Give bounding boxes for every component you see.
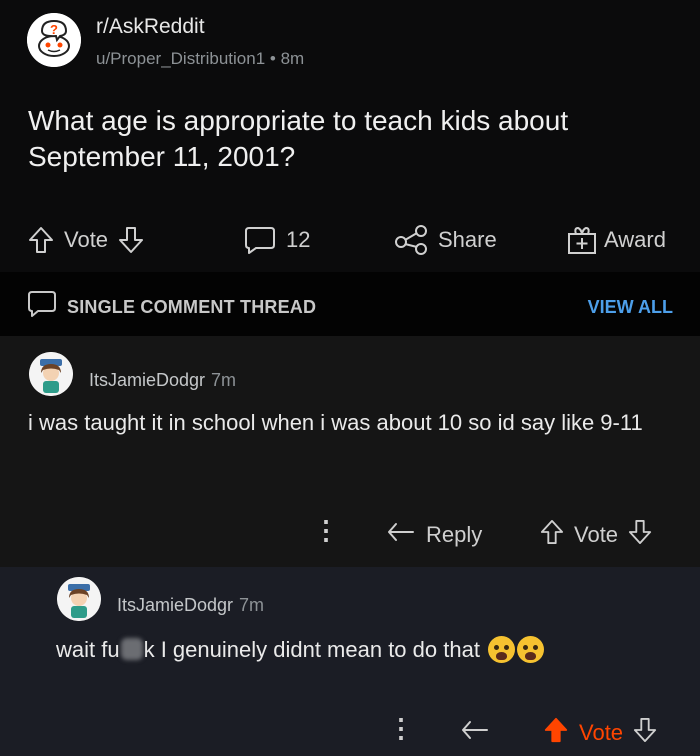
comment-body: wait fu k I genuinely didnt mean to do th…: [56, 635, 676, 664]
username[interactable]: ItsJamieDodgr: [89, 370, 205, 390]
user-avatar-icon[interactable]: [57, 577, 101, 621]
reply-button[interactable]: Reply: [386, 515, 482, 555]
comment-icon: [27, 290, 57, 323]
comment-text-start: wait fu: [56, 637, 120, 662]
comment-vote-group: Vote: [543, 713, 657, 753]
comments-button[interactable]: 12: [244, 218, 310, 262]
view-all-button[interactable]: VIEW ALL: [588, 297, 673, 318]
comment-count: 12: [286, 227, 311, 252]
comment-body: i was taught it in school when i was abo…: [28, 410, 643, 435]
award-label: Award: [604, 227, 666, 252]
share-label: Share: [438, 227, 497, 252]
upvote-icon[interactable]: [540, 519, 564, 551]
share-button[interactable]: Share: [394, 218, 497, 262]
post-title[interactable]: What age is appropriate to teach kids ab…: [28, 103, 668, 175]
comment-vote-group: Vote: [540, 515, 652, 555]
post-actions: Vote 12 Share Award: [0, 218, 700, 262]
reply-button[interactable]: [460, 713, 490, 753]
censor-blur: [120, 638, 143, 660]
downvote-icon[interactable]: [118, 226, 144, 254]
username[interactable]: ItsJamieDodgr: [117, 595, 233, 615]
award-button[interactable]: Award: [566, 218, 666, 262]
user-avatar-icon[interactable]: [29, 352, 73, 396]
more-icon[interactable]: ⋮: [388, 713, 414, 744]
award-icon: [566, 225, 598, 255]
comment: ItsJamieDodgr 7m i was taught it in schoo…: [0, 336, 700, 567]
comment-author[interactable]: ItsJamieDodgr 7m: [117, 595, 264, 616]
meta-separator: •: [269, 49, 276, 68]
vote-label: Vote: [574, 522, 619, 547]
thread-label: SINGLE COMMENT THREAD: [67, 297, 317, 317]
post-author[interactable]: u/Proper_Distribution1: [96, 49, 265, 68]
upvote-icon[interactable]: [543, 717, 569, 749]
post-card: ? r/AskReddit u/Proper_Distribution1 • 8…: [0, 0, 700, 272]
downvote-icon[interactable]: [633, 717, 657, 749]
comment-author[interactable]: ItsJamieDodgr 7m: [89, 370, 236, 391]
upvote-icon[interactable]: [28, 226, 54, 254]
post-meta: u/Proper_Distribution1 • 8m: [96, 49, 304, 69]
vote-group: Vote: [28, 218, 144, 262]
reply-label: Reply: [426, 522, 483, 547]
subreddit-name[interactable]: r/AskReddit: [96, 15, 205, 39]
subreddit-avatar-icon[interactable]: ?: [27, 13, 81, 67]
comment-reply: ItsJamieDodgr 7m wait fu k I genuinely did…: [0, 567, 700, 756]
downvote-icon[interactable]: [628, 519, 652, 551]
emoji-icon: [517, 636, 545, 663]
post-age: 8m: [280, 49, 305, 68]
vote-label: Vote: [64, 227, 109, 252]
comment-text-end: k I genuinely didnt mean to do that: [143, 637, 480, 662]
emoji-icon: [488, 636, 516, 663]
comment-icon: [244, 225, 276, 255]
reply-icon: [460, 719, 490, 747]
comment-age: 7m: [239, 595, 265, 615]
share-icon: [394, 225, 428, 255]
reply-icon: [386, 521, 416, 549]
svg-text:?: ?: [50, 22, 58, 37]
more-icon[interactable]: ⋮: [313, 515, 339, 546]
comment-age: 7m: [211, 370, 237, 390]
vote-label: Vote: [579, 720, 624, 745]
